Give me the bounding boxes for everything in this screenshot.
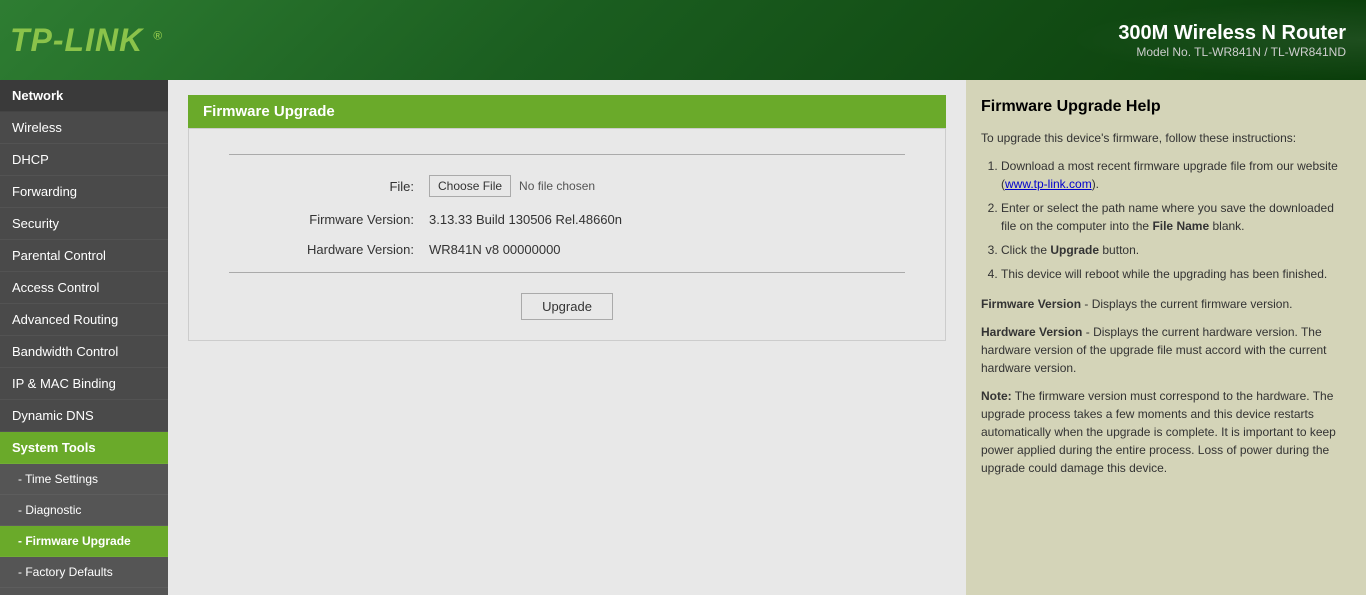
sidebar-item-dhcp[interactable]: DHCP <box>0 144 168 176</box>
file-name-term: File Name <box>1152 219 1209 233</box>
model-number: Model No. TL-WR841N / TL-WR841ND <box>1118 45 1346 59</box>
hardware-version-term: Hardware Version <box>981 325 1082 339</box>
sidebar-item-parental-control[interactable]: Parental Control <box>0 240 168 272</box>
help-firmware-version-section: Firmware Version - Displays the current … <box>981 295 1351 313</box>
sidebar-item-system-tools[interactable]: System Tools <box>0 432 168 464</box>
no-file-text: No file chosen <box>519 179 595 193</box>
help-panel: Firmware Upgrade Help To upgrade this de… <box>966 80 1366 595</box>
page-title: Firmware Upgrade <box>188 95 946 128</box>
help-step-2: Enter or select the path name where you … <box>1001 199 1351 235</box>
file-label: File: <box>229 179 429 194</box>
bottom-divider <box>229 272 905 273</box>
help-intro: To upgrade this device's firmware, follo… <box>981 129 1351 147</box>
sidebar-item-ip-mac-binding[interactable]: IP & MAC Binding <box>0 368 168 400</box>
note-label: Note: <box>981 389 1012 403</box>
file-input-row: Choose File No file chosen <box>429 175 595 197</box>
logo-text: TP-LINK <box>10 22 143 58</box>
sidebar-item-factory-defaults[interactable]: - Factory Defaults <box>0 557 168 588</box>
router-info: 300M Wireless N Router Model No. TL-WR84… <box>1118 22 1346 59</box>
upgrade-term: Upgrade <box>1050 243 1099 257</box>
choose-file-button[interactable]: Choose File <box>429 175 511 197</box>
upgrade-button-row: Upgrade <box>229 293 905 320</box>
firmware-version-value: 3.13.33 Build 130506 Rel.48660n <box>429 212 622 227</box>
sidebar-item-advanced-routing[interactable]: Advanced Routing <box>0 304 168 336</box>
sidebar-item-firmware-upgrade[interactable]: - Firmware Upgrade <box>0 526 168 557</box>
content-area: Firmware Upgrade File: Choose File No fi… <box>168 80 966 595</box>
help-hardware-version-section: Hardware Version - Displays the current … <box>981 323 1351 377</box>
top-divider <box>229 154 905 155</box>
sidebar-item-security[interactable]: Security <box>0 208 168 240</box>
help-title: Firmware Upgrade Help <box>981 95 1351 119</box>
note-desc: The firmware version must correspond to … <box>981 389 1336 475</box>
sidebar-item-bandwidth-control[interactable]: Bandwidth Control <box>0 336 168 368</box>
main-content: Firmware Upgrade File: Choose File No fi… <box>168 80 966 595</box>
hardware-version-row: Hardware Version: WR841N v8 00000000 <box>229 242 905 257</box>
help-step-1: Download a most recent firmware upgrade … <box>1001 157 1351 193</box>
layout: Network Wireless DHCP Forwarding Securit… <box>0 80 1366 595</box>
tp-link-url[interactable]: www.tp-link.com <box>1005 177 1092 191</box>
sidebar-item-access-control[interactable]: Access Control <box>0 272 168 304</box>
content-box: File: Choose File No file chosen Firmwar… <box>188 128 946 341</box>
sidebar-item-wireless[interactable]: Wireless <box>0 112 168 144</box>
header: TP-LINK ® 300M Wireless N Router Model N… <box>0 0 1366 80</box>
sidebar: Network Wireless DHCP Forwarding Securit… <box>0 80 168 595</box>
firmware-version-term: Firmware Version <box>981 297 1081 311</box>
sidebar-item-time-settings[interactable]: - Time Settings <box>0 464 168 495</box>
sidebar-item-diagnostic[interactable]: - Diagnostic <box>0 495 168 526</box>
logo: TP-LINK ® <box>10 22 163 59</box>
file-row: File: Choose File No file chosen <box>229 175 905 197</box>
help-note-section: Note: The firmware version must correspo… <box>981 387 1351 477</box>
firmware-version-row: Firmware Version: 3.13.33 Build 130506 R… <box>229 212 905 227</box>
upgrade-button[interactable]: Upgrade <box>521 293 613 320</box>
help-step-4: This device will reboot while the upgrad… <box>1001 265 1351 283</box>
firmware-version-desc: - Displays the current firmware version. <box>1084 297 1292 311</box>
sidebar-item-backup-restore[interactable]: - Backup & Restore <box>0 588 168 595</box>
sidebar-item-forwarding[interactable]: Forwarding <box>0 176 168 208</box>
form-area: File: Choose File No file chosen Firmwar… <box>189 129 945 340</box>
firmware-version-label: Firmware Version: <box>229 212 429 227</box>
hardware-version-value: WR841N v8 00000000 <box>429 242 561 257</box>
help-steps: Download a most recent firmware upgrade … <box>1001 157 1351 283</box>
sidebar-item-network[interactable]: Network <box>0 80 168 112</box>
sidebar-item-dynamic-dns[interactable]: Dynamic DNS <box>0 400 168 432</box>
product-name: 300M Wireless N Router <box>1118 22 1346 45</box>
hardware-version-label: Hardware Version: <box>229 242 429 257</box>
help-step-3: Click the Upgrade button. <box>1001 241 1351 259</box>
